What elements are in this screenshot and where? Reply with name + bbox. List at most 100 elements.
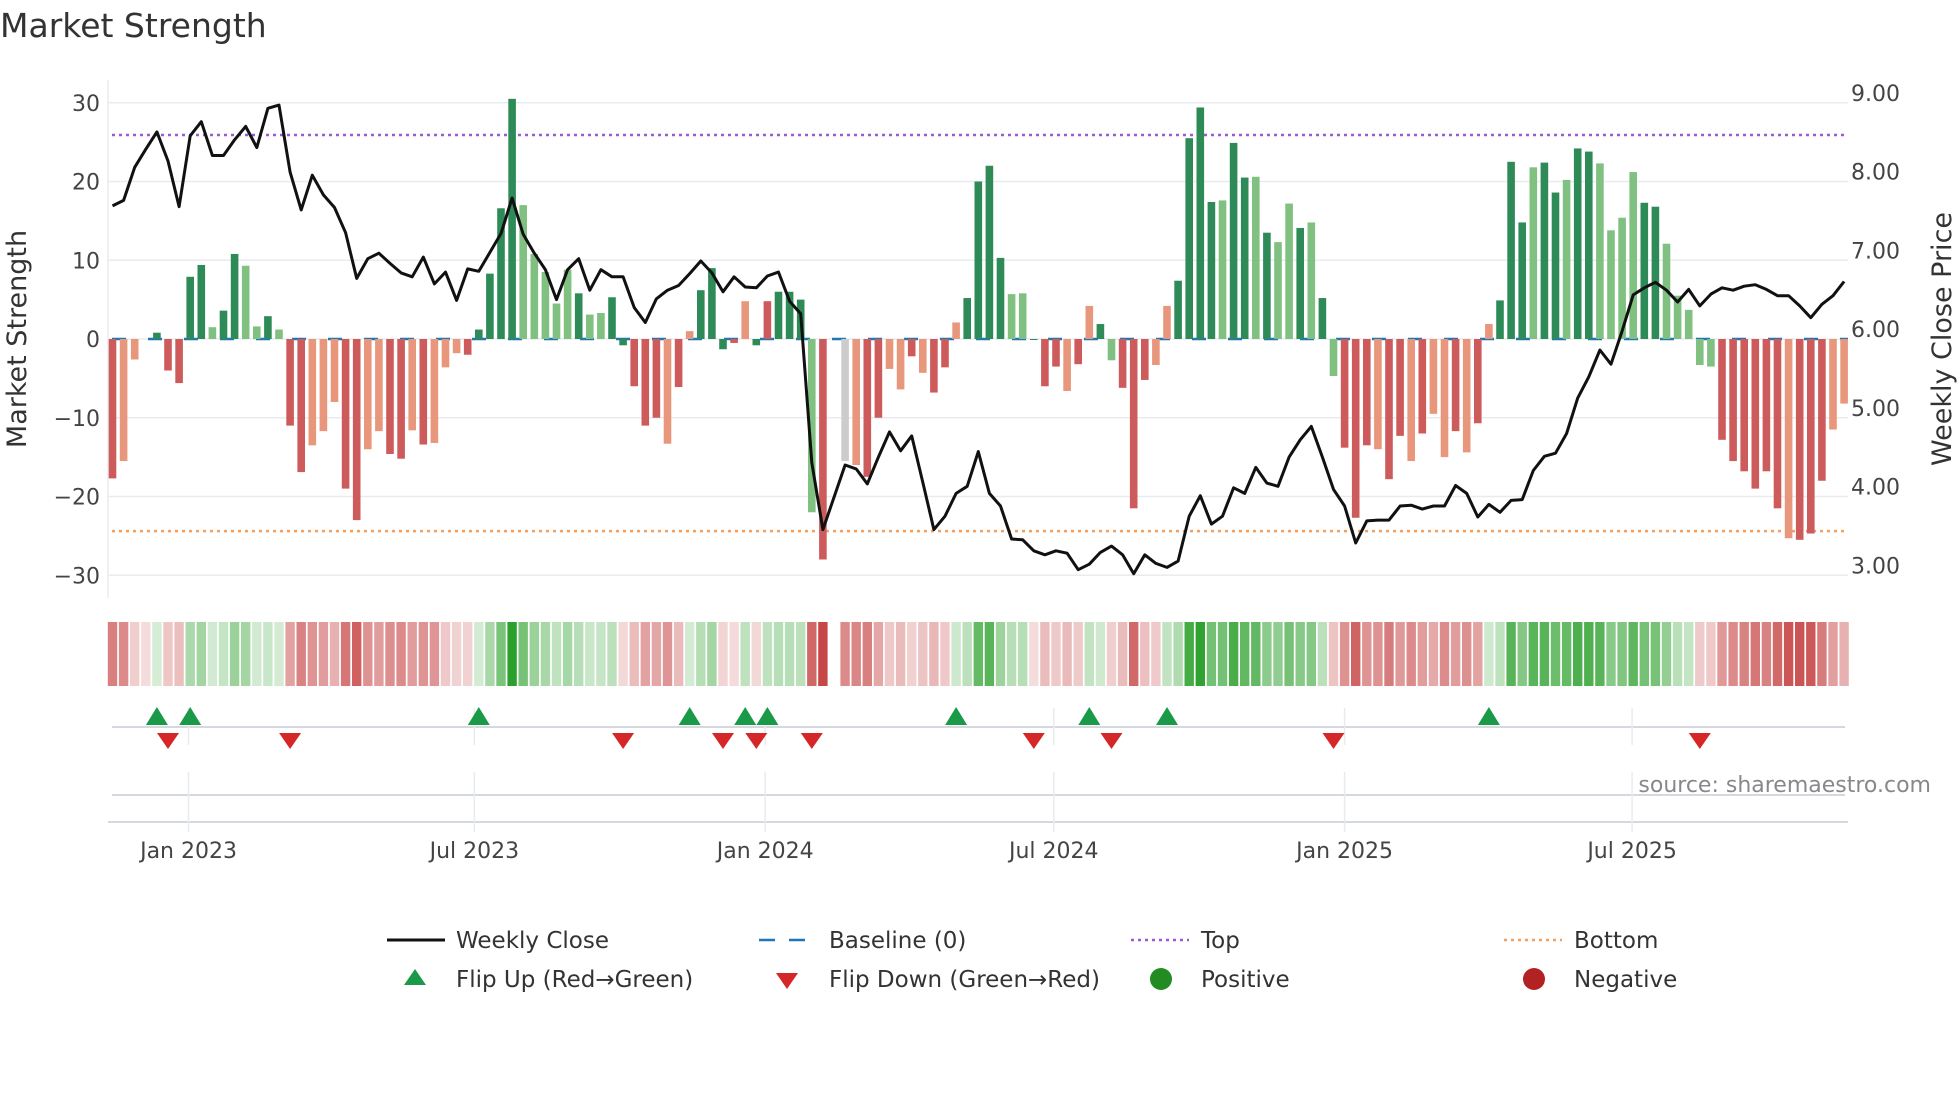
heat-strip-cell <box>574 622 584 686</box>
strength-bar <box>153 332 161 339</box>
heat-strip-cell <box>1750 622 1760 686</box>
strength-bar <box>930 339 938 393</box>
heat-strip-cell <box>1772 622 1783 686</box>
strength-bar <box>319 339 328 432</box>
heat-strip-cell <box>1584 622 1594 686</box>
heat-strip-cell <box>1240 622 1250 686</box>
strength-bar <box>852 339 860 465</box>
y-right-tick-label: 9.00 <box>1851 82 1900 107</box>
heat-strip-cell <box>540 622 551 686</box>
strength-bar <box>1041 339 1049 387</box>
legend-flip-down-triangle-icon <box>776 973 798 989</box>
strength-bar <box>1085 305 1094 339</box>
heat-strip-cell <box>130 622 140 686</box>
heat-strip-cell <box>285 622 295 686</box>
heat-strip-cell <box>1129 622 1139 686</box>
strength-bar <box>597 313 605 339</box>
strength-bar <box>1318 298 1327 339</box>
heat-strip-cell <box>818 622 828 686</box>
heat-strip-cell <box>1839 622 1849 686</box>
heat-strip-cell <box>840 622 850 686</box>
heat-strip-cell <box>851 622 861 686</box>
strength-bar <box>685 331 694 339</box>
heat-strip-cell <box>207 622 218 686</box>
strength-bar <box>641 339 650 426</box>
y-right-tick-label: 6.00 <box>1851 318 1900 343</box>
heat-strip-cell <box>1517 622 1527 686</box>
heat-strip-cell <box>1406 622 1416 686</box>
strength-bar <box>1129 339 1138 509</box>
heat-strip-cell <box>1684 622 1694 686</box>
strength-bar <box>1707 339 1715 367</box>
heat-strip-cell <box>1528 622 1538 686</box>
strength-bar <box>874 339 883 418</box>
heat-strip-cell <box>1273 622 1283 686</box>
strength-bar <box>541 272 550 339</box>
heat-strip-cell <box>1173 622 1183 686</box>
strength-bar <box>208 327 217 339</box>
heat-strip-cell <box>1106 622 1117 686</box>
heat-strip-cell <box>1561 622 1572 686</box>
heat-strip-cell <box>1251 622 1261 686</box>
heat-strip-cell <box>1362 622 1372 686</box>
strength-bar <box>1374 339 1382 450</box>
heat-strip-cell <box>1284 622 1294 686</box>
strength-bar <box>1340 339 1349 448</box>
strength-bar <box>197 264 206 339</box>
legend-label: Weekly Close <box>456 928 609 954</box>
strength-bar <box>375 339 383 432</box>
heat-strip-cell <box>1484 622 1494 686</box>
strength-bar <box>1684 309 1693 339</box>
heat-strip-cell <box>1706 622 1716 686</box>
heat-strip-cell <box>1439 622 1450 686</box>
heat-strip-cell <box>1661 622 1672 686</box>
flip-up-marker <box>1078 707 1101 725</box>
strength-bar <box>1751 339 1760 489</box>
legend-label: Baseline (0) <box>829 928 966 954</box>
heat-strip-cell <box>951 622 961 686</box>
heat-strip-cell <box>296 622 306 686</box>
source-label: source: sharemaestro.com <box>1638 773 1931 798</box>
flip-down-marker <box>279 733 302 749</box>
strength-bar <box>219 310 228 339</box>
strength-bar <box>463 339 472 355</box>
strength-bar <box>652 339 661 418</box>
heat-strip-cell <box>1295 622 1305 686</box>
heat-strip-cell <box>1206 622 1217 686</box>
heat-strip-cell <box>1450 622 1461 686</box>
y-right-axis-title: Weekly Close Price <box>1927 212 1958 466</box>
strength-bar <box>763 301 772 339</box>
strength-bar <box>386 339 394 454</box>
strength-bar <box>674 339 683 388</box>
heat-strip-cell <box>585 622 595 686</box>
strength-bar <box>1629 172 1637 339</box>
legend-label: Top <box>1200 928 1240 954</box>
strength-bar <box>1196 107 1205 339</box>
strength-bar <box>741 301 749 339</box>
strength-bar <box>508 98 516 339</box>
heat-strip-cell <box>1462 622 1472 686</box>
heat-strip-cell <box>1084 622 1094 686</box>
strength-bar <box>1795 339 1804 540</box>
y-left-tick-label: 30 <box>72 92 100 117</box>
strength-bar <box>1474 339 1482 424</box>
strength-bar <box>164 339 172 371</box>
heat-strip-cell <box>1717 622 1727 686</box>
strength-bar <box>1429 339 1438 414</box>
heat-strip-cell <box>340 622 351 686</box>
heat-strip-cell <box>1728 622 1738 686</box>
heat-strip-cell <box>474 622 484 686</box>
heat-strip-cell <box>485 622 495 686</box>
heat-strip-cell <box>596 622 606 686</box>
heat-strip-cell <box>1373 622 1383 686</box>
heat-strip-cell <box>1695 622 1705 686</box>
heat-strip-cell <box>1228 622 1239 686</box>
flip-down-marker <box>157 733 179 749</box>
strength-bar <box>574 293 583 339</box>
strength-bar <box>1307 222 1316 339</box>
x-tick-label: Jul 2023 <box>428 839 520 864</box>
heat-strip-cell <box>418 622 428 686</box>
strength-bar <box>1585 151 1593 339</box>
heat-strip-cell <box>463 622 473 686</box>
strength-bar <box>1152 339 1160 365</box>
